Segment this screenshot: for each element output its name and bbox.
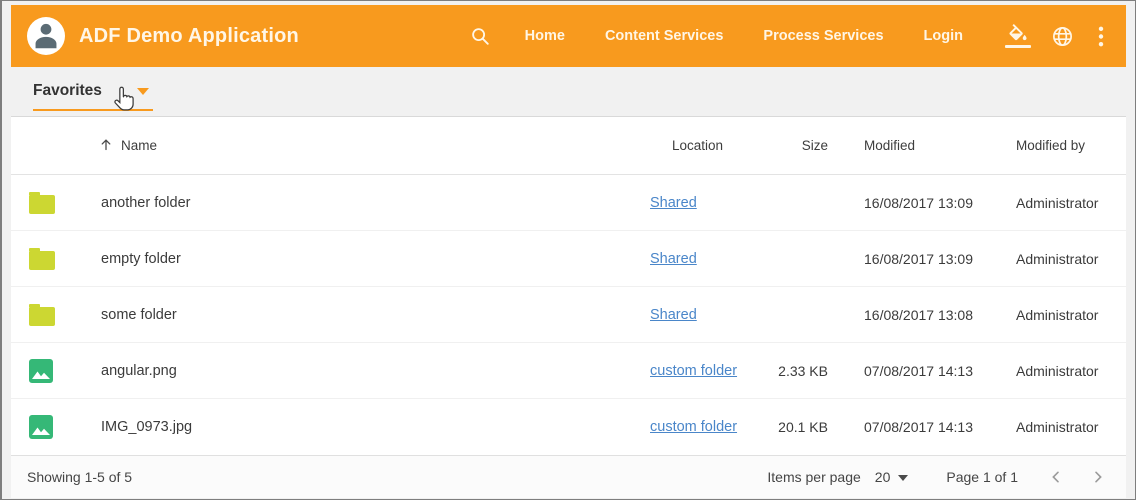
dropdown-caret-icon xyxy=(898,475,908,481)
paginator-bar: Showing 1-5 of 5 Items per page 20 Page … xyxy=(11,455,1126,498)
image-file-icon xyxy=(11,415,89,439)
nav-process-services[interactable]: Process Services xyxy=(763,28,883,44)
theme-color-fill-icon[interactable] xyxy=(1005,24,1031,48)
row-name[interactable]: empty folder xyxy=(89,251,628,267)
items-per-page-select[interactable]: 20 xyxy=(875,469,909,485)
row-name[interactable]: another folder xyxy=(89,195,628,211)
column-header-modified[interactable]: Modified xyxy=(838,138,1008,153)
row-modified-by: Administrator xyxy=(1008,419,1126,435)
app-window: ADF Demo Application Home Content Servic… xyxy=(0,0,1136,500)
sort-arrow-up-icon[interactable] xyxy=(99,137,113,155)
previous-page-button[interactable] xyxy=(1048,469,1064,485)
chevron-down-icon[interactable] xyxy=(137,88,149,95)
location-link[interactable]: custom folder xyxy=(650,419,737,435)
table-row-some-folder[interactable]: some folder Shared 16/08/2017 13:08 Admi… xyxy=(11,287,1126,343)
document-list: Name Location Size Modified Modified by … xyxy=(11,117,1126,455)
row-modified: 07/08/2017 14:13 xyxy=(838,363,1008,379)
app-logo-avatar[interactable] xyxy=(27,17,65,55)
showing-range-label: Showing 1-5 of 5 xyxy=(27,469,132,485)
column-header-modified-by[interactable]: Modified by xyxy=(1008,138,1126,153)
location-link[interactable]: Shared xyxy=(650,195,697,211)
next-page-button[interactable] xyxy=(1090,469,1106,485)
row-name[interactable]: angular.png xyxy=(89,363,628,379)
row-modified: 16/08/2017 13:08 xyxy=(838,307,1008,323)
folder-icon xyxy=(11,304,89,326)
location-link[interactable]: custom folder xyxy=(650,363,737,379)
row-name[interactable]: IMG_0973.jpg xyxy=(89,419,628,435)
table-row-img-0973-jpg[interactable]: IMG_0973.jpg custom folder 20.1 KB 07/08… xyxy=(11,399,1126,455)
paginator-controls: Items per page 20 Page 1 of 1 xyxy=(767,469,1112,485)
table-row-angular-png[interactable]: angular.png custom folder 2.33 KB 07/08/… xyxy=(11,343,1126,399)
row-name[interactable]: some folder xyxy=(89,307,628,323)
folder-icon xyxy=(11,192,89,214)
nav-content-services[interactable]: Content Services xyxy=(605,28,723,44)
table-row-empty-folder[interactable]: empty folder Shared 16/08/2017 13:09 Adm… xyxy=(11,231,1126,287)
row-modified-by: Administrator xyxy=(1008,251,1126,267)
row-size: 20.1 KB xyxy=(763,419,838,435)
location-link[interactable]: Shared xyxy=(650,251,697,267)
nav-login[interactable]: Login xyxy=(924,28,963,44)
location-link[interactable]: Shared xyxy=(650,307,697,323)
page-status-label: Page 1 of 1 xyxy=(946,469,1018,485)
row-modified-by: Administrator xyxy=(1008,195,1126,211)
header-nav: Home Content Services Process Services L… xyxy=(469,24,1108,48)
color-fill-bar xyxy=(1005,45,1031,48)
table-row-another-folder[interactable]: another folder Shared 16/08/2017 13:09 A… xyxy=(11,175,1126,231)
column-header-name-label: Name xyxy=(121,138,157,153)
row-modified: 16/08/2017 13:09 xyxy=(838,251,1008,267)
folder-icon xyxy=(11,248,89,270)
person-icon xyxy=(27,17,65,55)
image-file-icon xyxy=(11,359,89,383)
row-modified: 16/08/2017 13:09 xyxy=(838,195,1008,211)
column-header-size[interactable]: Size xyxy=(763,138,838,153)
row-modified: 07/08/2017 14:13 xyxy=(838,419,1008,435)
items-per-page-label: Items per page xyxy=(767,469,860,485)
items-per-page-value: 20 xyxy=(875,469,891,485)
tab-favorites-label: Favorites xyxy=(33,82,102,100)
row-modified-by: Administrator xyxy=(1008,307,1126,323)
tab-favorites[interactable]: Favorites xyxy=(33,82,153,111)
table-header-row: Name Location Size Modified Modified by xyxy=(11,117,1126,175)
header-bar: ADF Demo Application Home Content Servic… xyxy=(11,5,1126,67)
app-title: ADF Demo Application xyxy=(79,25,299,48)
more-options-icon[interactable] xyxy=(1098,25,1104,48)
column-header-name[interactable]: Name xyxy=(89,137,628,155)
row-modified-by: Administrator xyxy=(1008,363,1126,379)
search-icon[interactable] xyxy=(469,25,491,47)
column-header-location[interactable]: Location xyxy=(628,138,763,153)
tab-bar: Favorites xyxy=(11,67,1126,117)
row-size: 2.33 KB xyxy=(763,363,838,379)
language-globe-icon[interactable] xyxy=(1051,25,1074,48)
adf-demo-app: ADF Demo Application Home Content Servic… xyxy=(11,5,1126,497)
nav-home[interactable]: Home xyxy=(525,28,565,44)
